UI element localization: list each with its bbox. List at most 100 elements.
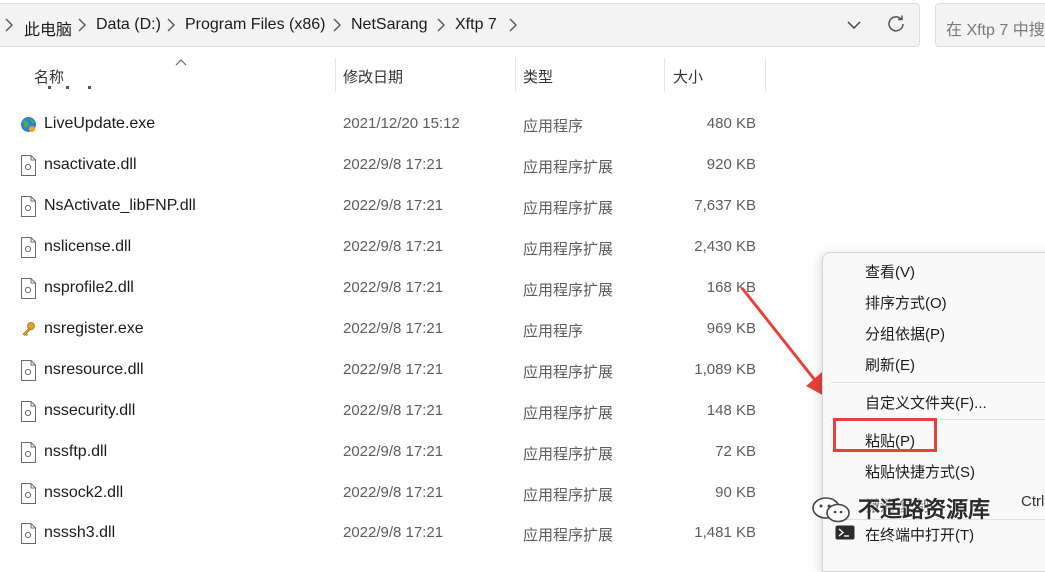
column-divider[interactable] xyxy=(515,58,516,92)
file-name: NsActivate_libFNP.dll xyxy=(44,197,196,214)
file-row[interactable]: nsssh3.dll 2022/9/8 17:21 应用程序扩展 1,481 K… xyxy=(0,513,822,554)
file-type: 应用程序 xyxy=(523,118,584,135)
menu-item-label: 自定义文件夹(F)... xyxy=(865,395,987,412)
file-date: 2022/9/8 17:21 xyxy=(343,320,444,337)
file-name: nsregister.exe xyxy=(44,320,144,337)
refresh-icon[interactable] xyxy=(886,13,906,33)
file-row[interactable]: LiveUpdate.exe 2021/12/20 15:12 应用程序 480… xyxy=(0,104,822,145)
file-name: nssecurity.dll xyxy=(44,402,136,419)
file-row[interactable]: nslicense.dll 2022/9/8 17:21 应用程序扩展 2,43… xyxy=(0,227,822,268)
file-type: 应用程序扩展 xyxy=(523,405,614,422)
file-row[interactable]: nsprofile2.dll 2022/9/8 17:21 应用程序扩展 168… xyxy=(0,268,822,309)
search-input[interactable]: 在 Xftp 7 中搜索 xyxy=(935,3,1045,47)
file-type: 应用程序扩展 xyxy=(523,364,614,381)
chevron-down-icon[interactable] xyxy=(846,19,862,31)
breadcrumb[interactable]: 此电脑 Data (D:) Program Files (x86) NetSar… xyxy=(0,3,920,47)
sort-ascending-icon xyxy=(175,59,187,66)
dll-file-icon xyxy=(21,442,36,463)
dll-file-icon xyxy=(21,360,36,381)
file-type: 应用程序 xyxy=(523,323,584,340)
chevron-right-icon[interactable] xyxy=(4,18,14,32)
file-size: 72 KB xyxy=(715,443,756,460)
breadcrumb-item-program-files[interactable]: Program Files (x86) xyxy=(185,16,325,34)
breadcrumb-item-xftp7[interactable]: Xftp 7 xyxy=(455,16,497,34)
column-header-date[interactable]: 修改日期 xyxy=(343,66,403,87)
menu-item-label: 刷新(E) xyxy=(865,357,915,374)
file-name: nslicense.dll xyxy=(44,238,132,255)
file-name: nsactivate.dll xyxy=(44,156,137,173)
file-size: 480 KB xyxy=(706,115,756,132)
breadcrumb-item-netsarang[interactable]: NetSarang xyxy=(351,16,428,34)
file-date: 2022/9/8 17:21 xyxy=(343,402,444,419)
wechat-logo-icon xyxy=(812,497,850,523)
chevron-right-icon[interactable] xyxy=(508,18,518,32)
menu-item-refresh[interactable]: 刷新(E) xyxy=(823,349,1045,379)
breadcrumb-item-this-pc[interactable]: 此电脑 xyxy=(24,16,72,40)
file-date: 2022/9/8 17:21 xyxy=(343,484,444,501)
dll-file-icon xyxy=(21,483,36,504)
menu-item-customize-folder[interactable]: 自定义文件夹(F)... xyxy=(823,387,1045,417)
menu-item-label: 排序方式(O) xyxy=(865,295,947,312)
file-date: 2022/9/8 17:21 xyxy=(343,279,444,296)
menu-item-sort-by[interactable]: 排序方式(O) xyxy=(823,287,1045,317)
file-size: 1,481 KB xyxy=(694,524,756,541)
globe-exe-icon xyxy=(21,117,36,132)
column-divider[interactable] xyxy=(664,58,665,92)
file-date: 2022/9/8 17:21 xyxy=(343,361,444,378)
file-type: 应用程序扩展 xyxy=(523,282,614,299)
file-type: 应用程序扩展 xyxy=(523,487,614,504)
file-name: nsresource.dll xyxy=(44,361,144,378)
file-date: 2022/9/8 17:21 xyxy=(343,156,444,173)
watermark-text: 不适路资源库 xyxy=(858,497,991,522)
dll-file-icon xyxy=(21,196,36,217)
file-row[interactable]: NsActivate_libFNP.dll 2022/9/8 17:21 应用程… xyxy=(0,186,822,227)
menu-item-group-by[interactable]: 分组依据(P) xyxy=(823,318,1045,348)
column-header-type[interactable]: 类型 xyxy=(523,66,553,87)
file-type: 应用程序扩展 xyxy=(523,200,614,217)
file-row[interactable]: nssftp.dll 2022/9/8 17:21 应用程序扩展 72 KB xyxy=(0,432,822,473)
dll-file-icon xyxy=(21,278,36,299)
file-size: 7,637 KB xyxy=(694,197,756,214)
file-row[interactable]: nsregister.exe 2022/9/8 17:21 应用程序 969 K… xyxy=(0,309,822,350)
file-size: 2,430 KB xyxy=(694,238,756,255)
file-date: 2022/9/8 17:21 xyxy=(343,443,444,460)
column-header-name[interactable]: 名称 xyxy=(34,66,64,87)
file-type: 应用程序扩展 xyxy=(523,241,614,258)
column-divider[interactable] xyxy=(335,58,336,92)
dll-file-icon xyxy=(21,401,36,422)
file-type: 应用程序扩展 xyxy=(523,446,614,463)
file-name: LiveUpdate.exe xyxy=(44,115,156,132)
column-header-size[interactable]: 大小 xyxy=(673,66,703,87)
menu-item-label: 查看(V) xyxy=(865,264,915,281)
file-size: 920 KB xyxy=(706,156,756,173)
search-placeholder: 在 Xftp 7 中搜索 xyxy=(946,22,1045,39)
file-size: 90 KB xyxy=(715,484,756,501)
file-row[interactable]: nsresource.dll 2022/9/8 17:21 应用程序扩展 1,0… xyxy=(0,350,822,391)
menu-item-view[interactable]: 查看(V) xyxy=(823,256,1045,286)
menu-separator xyxy=(831,382,1045,383)
menu-item-label: 分组依据(P) xyxy=(865,326,945,343)
file-row[interactable]: nssock2.dll 2022/9/8 17:21 应用程序扩展 90 KB xyxy=(0,473,822,514)
chevron-right-icon[interactable] xyxy=(77,18,87,32)
file-date: 2022/9/8 17:21 xyxy=(343,524,444,541)
file-name: nsssh3.dll xyxy=(44,524,116,541)
column-header-row: 名称 修改日期 类型 大小 xyxy=(0,58,1045,92)
menu-item-paste-shortcut[interactable]: 粘贴快捷方式(S) xyxy=(823,456,1045,486)
file-name: nssock2.dll xyxy=(44,484,124,501)
chevron-right-icon[interactable] xyxy=(166,18,176,32)
breadcrumb-item-data-drive[interactable]: Data (D:) xyxy=(96,16,161,34)
file-date: 2022/9/8 17:21 xyxy=(343,197,444,214)
dll-file-icon xyxy=(21,155,36,176)
column-divider[interactable] xyxy=(765,58,766,92)
file-row[interactable]: nsactivate.dll 2022/9/8 17:21 应用程序扩展 920… xyxy=(0,145,822,186)
paste-highlight-box xyxy=(833,418,937,452)
chevron-right-icon[interactable] xyxy=(436,18,446,32)
file-name: nssftp.dll xyxy=(44,443,108,460)
dll-file-icon xyxy=(21,523,36,544)
file-name: nsprofile2.dll xyxy=(44,279,134,296)
chevron-right-icon[interactable] xyxy=(332,18,342,32)
key-exe-icon xyxy=(22,322,35,336)
watermark: 不适路资源库 xyxy=(808,492,1045,528)
menu-item-label: 粘贴快捷方式(S) xyxy=(865,464,975,481)
file-row[interactable]: nssecurity.dll 2022/9/8 17:21 应用程序扩展 148… xyxy=(0,391,822,432)
